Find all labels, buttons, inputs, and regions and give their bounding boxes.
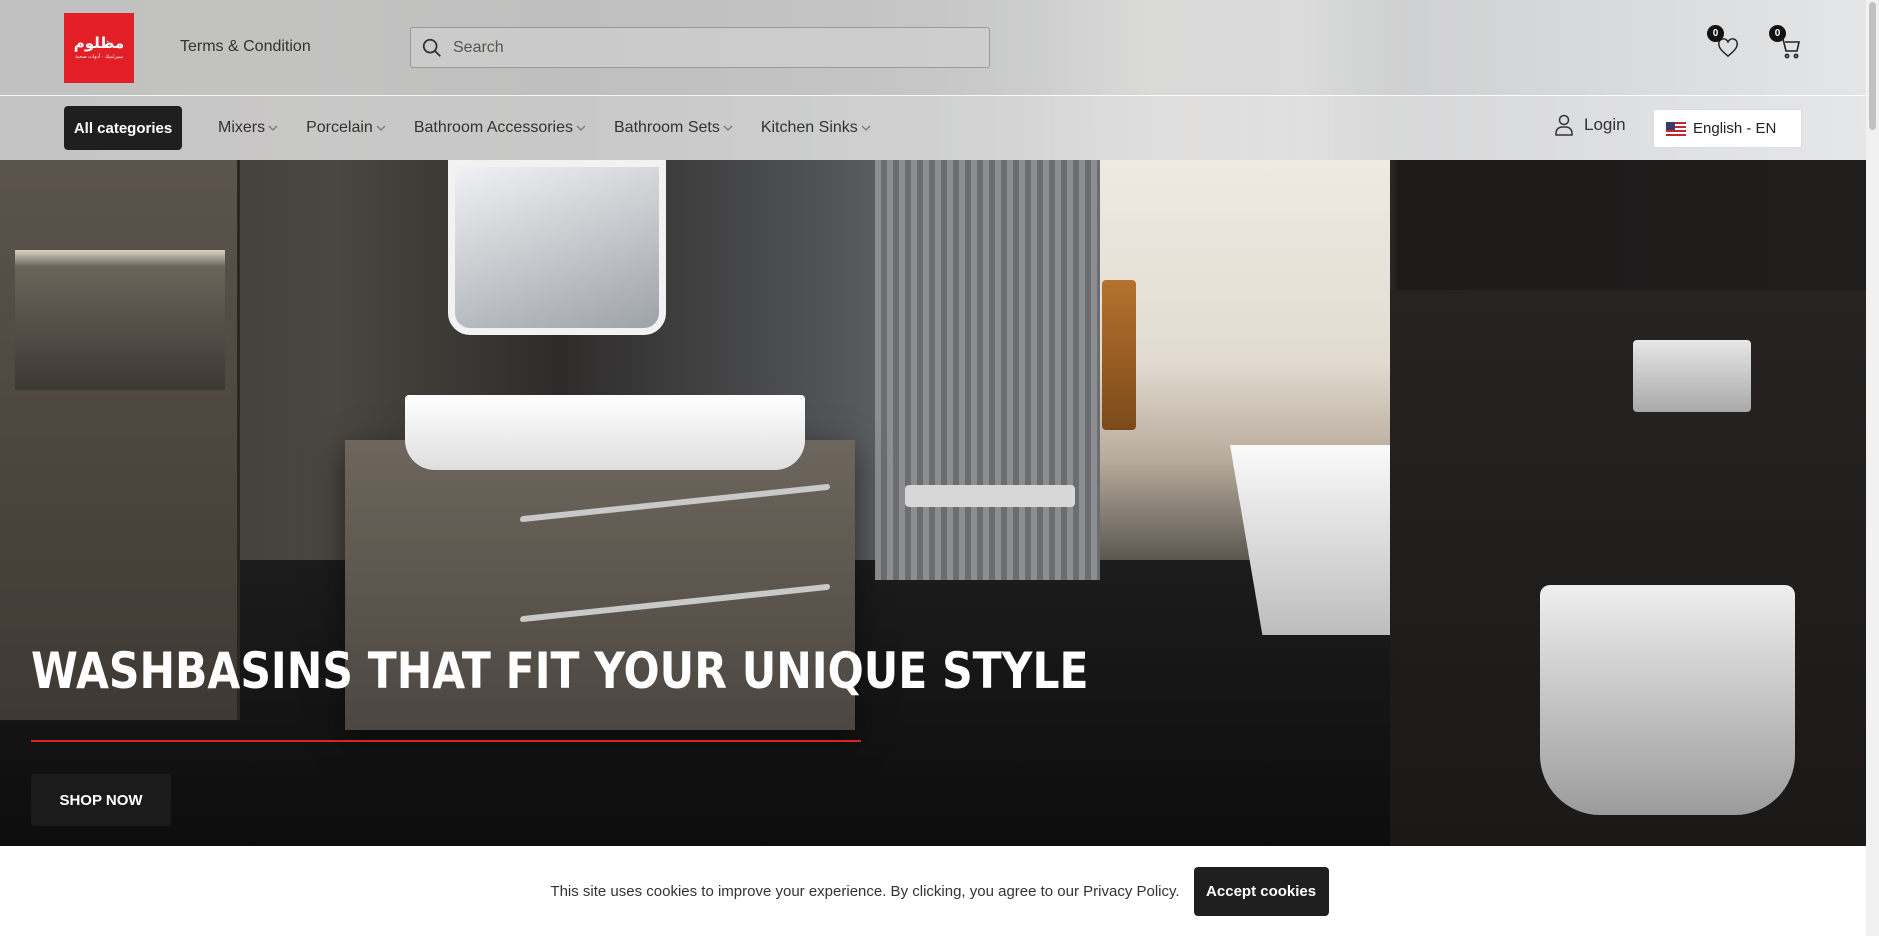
chevron-down-icon [723, 125, 733, 131]
hero-toilet [1540, 585, 1795, 815]
login-label: Login [1584, 115, 1626, 134]
menu-item-bathroom-sets[interactable]: Bathroom Sets [614, 119, 733, 137]
user-icon [1555, 114, 1573, 136]
hero-towel [1102, 280, 1136, 430]
hero-title: WASHBASINS THAT FIT YOUR UNIQUE STYLE [31, 642, 1089, 700]
logo-subtext: سيراميك · أدوات صحية [75, 54, 123, 60]
logo-text: مظلوم [73, 34, 125, 52]
hero-wall-panel [875, 160, 1100, 580]
page-scrollbar[interactable] [1866, 0, 1879, 936]
search-icon [422, 38, 441, 57]
scrollbar-thumb[interactable] [1869, 2, 1876, 130]
heart-icon [1718, 38, 1738, 58]
chevron-down-icon [268, 125, 278, 131]
wishlist-button[interactable]: 0 [1707, 25, 1745, 65]
site-logo[interactable]: مظلوم سيراميك · أدوات صحية [64, 13, 134, 83]
hero-cabinet [0, 160, 240, 720]
shop-now-button[interactable]: SHOP NOW [31, 774, 171, 826]
cart-count-badge: 0 [1769, 25, 1786, 42]
all-categories-button[interactable]: All categories [64, 106, 182, 150]
hero-washbasin [405, 395, 805, 470]
language-selector[interactable]: English - EN [1653, 109, 1802, 148]
wishlist-count-badge: 0 [1707, 25, 1724, 42]
menu-item-mixers[interactable]: Mixers [218, 119, 278, 137]
chevron-down-icon [861, 125, 871, 131]
hero-divider [31, 740, 861, 742]
menu-item-bathroom-accessories[interactable]: Bathroom Accessories [414, 119, 586, 137]
hero-flush-plate [1633, 340, 1751, 412]
language-label: English - EN [1693, 120, 1777, 137]
search-input[interactable] [453, 38, 973, 57]
us-flag-icon [1666, 121, 1686, 136]
hero-stool [905, 485, 1075, 507]
menu-item-label: Bathroom Sets [614, 119, 720, 136]
category-menu: Mixers Porcelain Bathroom Accessories Ba… [218, 119, 899, 137]
hero-niche [15, 250, 225, 390]
menu-item-label: Porcelain [306, 119, 373, 136]
menu-item-label: Bathroom Accessories [413, 119, 573, 136]
menu-item-label: Mixers [218, 119, 266, 136]
terms-link[interactable]: Terms & Condition [180, 38, 311, 56]
cookie-message: This site uses cookies to improve your e… [550, 882, 1180, 900]
chevron-down-icon [376, 125, 386, 131]
cart-button[interactable]: 0 [1769, 25, 1807, 65]
accept-cookies-button[interactable]: Accept cookies [1193, 866, 1329, 916]
search-bar[interactable] [410, 27, 990, 68]
menu-item-label: Kitchen Sinks [760, 119, 858, 136]
menu-item-kitchen-sinks[interactable]: Kitchen Sinks [761, 119, 871, 137]
login-link[interactable]: Login [1554, 114, 1626, 136]
chevron-down-icon [576, 125, 586, 131]
menu-item-porcelain[interactable]: Porcelain [306, 119, 386, 137]
cookie-banner: This site uses cookies to improve your e… [0, 846, 1879, 936]
hero-mirror [448, 160, 666, 335]
